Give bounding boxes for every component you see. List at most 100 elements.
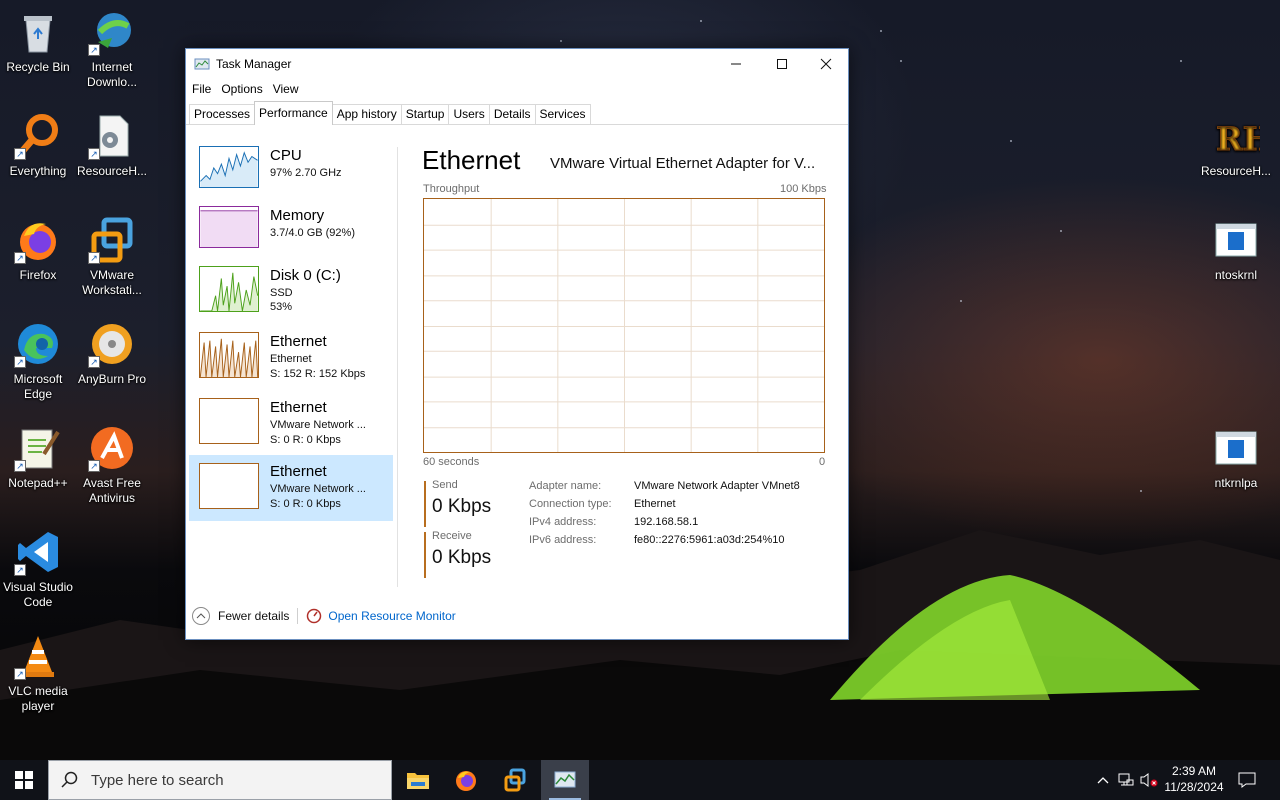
action-center-button[interactable] [1232,760,1262,800]
perf-item-ethernet-1[interactable]: Ethernet Ethernet S: 152 R: 152 Kbps [189,329,393,395]
perf-item-detail: VMware Network ... [270,419,366,431]
shortcut-arrow-icon: ↗ [14,356,26,368]
tab-users[interactable]: Users [448,104,490,124]
fewer-details-button[interactable] [192,607,210,625]
desktop-icon-everything[interactable]: ↗ Everything [0,112,76,179]
desktop-icon-label: AnyBurn Pro [77,372,147,386]
window-title: Task Manager [216,57,292,71]
clock-time: 2:39 AM [1171,764,1217,778]
ethernet-mini-graph [199,463,259,509]
graph-time-label: 60 seconds [423,456,480,468]
perf-item-detail-2: S: 152 R: 152 Kbps [270,368,366,380]
perf-item-detail: 97% 2.70 GHz [270,167,342,179]
perf-item-disk[interactable]: Disk 0 (C:) SSD 53% [189,263,393,329]
menu-view[interactable]: View [273,82,299,96]
perf-item-ethernet-2[interactable]: Ethernet VMware Network ... S: 0 R: 0 Kb… [189,395,393,461]
menu-options[interactable]: Options [221,82,262,96]
close-icon [820,58,832,70]
desktop-icon-vlc-media-player[interactable]: ↗ VLC media player [0,632,76,714]
desktop-icon-vmware-workstation[interactable]: ↗ VMware Workstati... [74,216,150,298]
vscode-icon: ↗ [14,528,62,576]
desktop-icon-avast-free-antivirus[interactable]: ↗ Avast Free Antivirus [74,424,150,506]
maximize-button[interactable] [759,49,805,79]
idm-icon: ↗ [88,8,136,56]
fewer-details-link[interactable]: Fewer details [218,609,289,623]
desktop-icon-anyburn-pro[interactable]: ↗ AnyBurn Pro [74,320,150,387]
start-button[interactable] [0,760,48,800]
footer-divider [297,608,299,624]
tab-services[interactable]: Services [534,104,591,124]
throughput-graph [423,198,825,453]
desktop-icon-label: Visual Studio Code [3,580,73,609]
title-bar[interactable]: Task Manager [186,49,848,79]
detail-value: 192.168.58.1 [634,516,699,528]
shortcut-arrow-icon: ↗ [88,460,100,472]
detail-value: fe80::2276:5961:a03d:254%10 [634,534,785,546]
desktop-icon-label: Avast Free Antivirus [83,476,141,505]
show-hidden-icons-button[interactable] [1092,760,1114,800]
perf-item-name: Disk 0 (C:) [270,267,341,284]
tab-performance[interactable]: Performance [254,101,333,125]
memory-mini-graph [199,206,259,248]
network-tray-button[interactable] [1115,760,1137,800]
desktop-icon-visual-studio-code[interactable]: ↗ Visual Studio Code [0,528,76,610]
taskbar: Type here to search 2:39 AM 11/28/2024 [0,760,1280,800]
adapter-description: VMware Virtual Ethernet Adapter for V... [550,155,816,172]
desktop-icon-firefox[interactable]: ↗ Firefox [0,216,76,283]
menu-file[interactable]: File [192,82,211,96]
taskbar-vmware[interactable] [491,760,539,800]
perf-item-memory[interactable]: Memory 3.7/4.0 GB (92%) [189,203,393,263]
desktop-icon-label: ResourceH... [1200,164,1272,178]
desktop-icon-label: Notepad++ [8,476,68,490]
desktop-icon-label: Firefox [19,268,57,282]
desktop-icon-internet-download-manager[interactable]: ↗ Internet Downlo... [74,8,150,90]
tab-processes[interactable]: Processes [189,104,256,124]
desktop-icon-ntkrnlpa[interactable]: ntkrnlpa [1198,424,1274,491]
tab-app-history[interactable]: App history [331,104,402,124]
perf-item-cpu[interactable]: CPU 97% 2.70 GHz [189,143,393,203]
resource-monitor-icon [307,608,322,624]
graph-label: Throughput [423,183,480,195]
open-resource-monitor-link[interactable]: Open Resource Monitor [328,609,455,623]
shortcut-arrow-icon: ↗ [88,252,100,264]
svg-text:RH: RH [1216,120,1260,158]
desktop-icon-ntoskrnl[interactable]: ntoskrnl [1198,216,1274,283]
tab-details[interactable]: Details [488,104,536,124]
tab-strip: Processes Performance App history Startu… [186,101,848,125]
perf-item-detail: SSD [270,287,293,299]
desktop-icon-label: VMware Workstati... [82,268,142,297]
desktop-icon-notepad-plus-plus[interactable]: ↗ Notepad++ [0,424,76,491]
taskbar-clock[interactable]: 2:39 AM 11/28/2024 [1162,763,1226,795]
search-icon [61,771,78,788]
desktop-icon-resource-hacker[interactable]: ↗ ResourceH... [74,112,150,179]
perf-item-name: Memory [270,207,325,224]
close-button[interactable] [803,49,849,79]
desktop-icon-label: ntoskrnl [1214,268,1258,282]
desktop-icon-label: VLC media player [8,684,68,713]
shortcut-arrow-icon: ↗ [14,252,26,264]
exe-file-icon [1212,216,1260,264]
minimize-button[interactable] [713,49,759,79]
recycle-bin-icon [14,8,62,56]
detail-value: Ethernet [634,498,676,510]
volume-tray-button[interactable] [1138,760,1160,800]
shortcut-arrow-icon: ↗ [14,564,26,576]
taskbar-firefox[interactable] [442,760,490,800]
desktop-icon-label: Everything [9,164,67,178]
maximize-icon [777,59,787,69]
desktop-icon-microsoft-edge[interactable]: ↗ Microsoft Edge [0,320,76,402]
desktop-icon-label: Internet Downlo... [86,60,138,89]
desktop-icon-recycle-bin[interactable]: Recycle Bin [0,8,76,75]
perf-item-ethernet-3[interactable]: Ethernet VMware Network ... S: 0 R: 0 Kb… [189,455,393,521]
send-value: 0 Kbps [432,496,492,517]
disk-mini-graph [199,266,259,312]
perf-item-name: Ethernet [270,333,327,350]
taskbar-search-box[interactable]: Type here to search [48,760,392,800]
taskbar-file-explorer[interactable] [394,760,442,800]
everything-search-icon: ↗ [14,112,62,160]
tab-startup[interactable]: Startup [400,104,450,124]
search-placeholder: Type here to search [91,771,224,789]
anyburn-icon: ↗ [88,320,136,368]
taskbar-task-manager[interactable] [541,760,589,800]
desktop-icon-resource-hacker-right[interactable]: RH ResourceH... [1198,112,1274,179]
